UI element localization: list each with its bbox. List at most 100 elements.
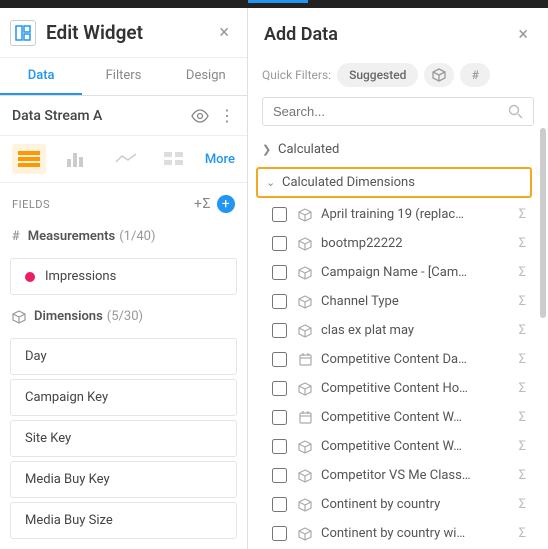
sigma-icon[interactable]: Σ (519, 294, 526, 309)
sigma-icon[interactable]: Σ (519, 439, 526, 454)
dimension-item[interactable]: Media Buy Key (10, 461, 237, 498)
search-input-wrap (262, 97, 534, 126)
tree-leaf: April training 19 (replac…Σ (248, 200, 540, 229)
calendar-icon (297, 353, 313, 366)
more-menu-icon[interactable]: ⋮ (219, 106, 235, 125)
field-checkbox[interactable] (272, 236, 287, 251)
calendar-icon (297, 411, 313, 424)
group-calculated[interactable]: ❯ Calculated (248, 134, 540, 165)
sigma-icon[interactable]: Σ (519, 381, 526, 396)
field-checkbox[interactable] (272, 526, 287, 541)
stream-name: Data Stream A (12, 108, 191, 124)
field-checkbox[interactable] (272, 352, 287, 367)
field-tree: ❯ Calculated ⌄ Calculated Dimensions Apr… (248, 134, 548, 549)
sigma-icon[interactable]: Σ (519, 207, 526, 222)
app-topbar (0, 0, 548, 8)
field-label: Competitive Content Ho… (321, 381, 513, 396)
group-calculated-dimensions[interactable]: ⌄ Calculated Dimensions (256, 167, 532, 198)
close-icon[interactable]: × (215, 18, 233, 47)
add-field-button[interactable]: + (217, 195, 235, 213)
close-add-data-icon[interactable]: × (514, 20, 532, 49)
panel-title: Edit Widget (46, 21, 215, 44)
tab-filters[interactable]: Filters (82, 58, 164, 95)
visibility-icon[interactable] (191, 109, 209, 123)
filter-suggested[interactable]: Suggested (337, 63, 418, 87)
field-label: Channel Type (321, 294, 513, 309)
chart-type-grid[interactable] (157, 144, 191, 174)
tree-leaf: Competitive Content W…Σ (248, 403, 540, 432)
tree-leaf: Campaign Name - [Cam… Σ (248, 258, 540, 287)
field-label: Competitive Content W… (321, 439, 513, 454)
sigma-icon[interactable]: Σ (519, 265, 526, 280)
tree-leaf: Competitor VS Me Class… Σ (248, 461, 540, 490)
chart-type-table[interactable] (12, 144, 46, 174)
chevron-down-icon: ⌄ (266, 176, 282, 189)
field-label: bootmp22222 (321, 236, 513, 251)
field-checkbox[interactable] (272, 207, 287, 222)
measurements-header[interactable]: # Measurements (1/40) (0, 219, 247, 254)
filter-hash-icon[interactable]: # (460, 63, 490, 87)
sigma-icon[interactable]: Σ (519, 236, 526, 251)
field-label: Competitor VS Me Class… (321, 468, 513, 483)
scrollbar[interactable] (540, 128, 546, 318)
cube-icon (297, 382, 313, 396)
field-label: Continent by country wi… (321, 526, 513, 541)
field-label: Campaign Key (25, 390, 108, 405)
cube-icon (297, 527, 313, 541)
dimension-item[interactable]: Campaign Key (10, 379, 237, 416)
field-checkbox[interactable] (272, 410, 287, 425)
search-input[interactable] (273, 104, 508, 119)
quick-filters-label: Quick Filters: (262, 68, 331, 82)
left-panel: Edit Widget × Data Filters Design Data S… (0, 8, 248, 549)
add-data-title: Add Data (264, 24, 514, 45)
tree-leaf: Continent by country wi… Σ (248, 519, 540, 548)
field-checkbox[interactable] (272, 439, 287, 454)
tree-leaf: Continent by country Σ (248, 490, 540, 519)
cube-icon (297, 208, 313, 222)
tree-leaf: Competitive Content Da… Σ (248, 345, 540, 374)
field-label: Competitive Content Da… (321, 352, 513, 367)
chart-type-line[interactable] (108, 144, 142, 174)
measurement-item[interactable]: Impressions (10, 258, 237, 295)
cube-icon (297, 266, 313, 280)
dimension-item[interactable]: Media Buy Size (10, 502, 237, 539)
sigma-icon[interactable]: Σ (519, 526, 526, 541)
sigma-icon[interactable]: Σ (519, 323, 526, 338)
cube-icon (297, 440, 313, 454)
tree-leaf: Competitive Content Ho… Σ (248, 374, 540, 403)
field-checkbox[interactable] (272, 323, 287, 338)
field-label: Campaign Name - [Cam… (321, 265, 513, 280)
sigma-icon[interactable]: Σ (519, 352, 526, 367)
indicator-dot (25, 272, 35, 282)
field-checkbox[interactable] (272, 468, 287, 483)
sigma-icon[interactable]: Σ (519, 468, 526, 483)
filter-cube-icon[interactable] (424, 63, 454, 87)
field-checkbox[interactable] (272, 265, 287, 280)
cube-icon (297, 469, 313, 483)
tabs: Data Filters Design (0, 58, 247, 96)
dimension-item[interactable]: Site Key (10, 420, 237, 457)
field-label: Site Key (25, 431, 71, 446)
tab-design[interactable]: Design (165, 58, 247, 95)
field-label: Day (25, 349, 47, 364)
tree-leaf: clas ex plat may Σ (248, 316, 540, 345)
field-checkbox[interactable] (272, 497, 287, 512)
cube-icon (297, 237, 313, 251)
field-label: Media Buy Size (25, 513, 113, 528)
dimensions-header[interactable]: Dimensions (5/30) (0, 299, 247, 334)
chart-type-bar[interactable] (60, 144, 94, 174)
sigma-icon[interactable]: Σ (519, 497, 526, 512)
dimension-item[interactable]: Day (10, 338, 237, 375)
more-chart-types[interactable]: More (205, 152, 235, 167)
sigma-icon[interactable]: Σ (519, 410, 526, 425)
chevron-right-icon: ❯ (262, 143, 278, 156)
widget-icon (10, 20, 36, 46)
field-checkbox[interactable] (272, 381, 287, 396)
field-label: clas ex plat may (321, 323, 513, 338)
fields-label: FIELDS (12, 198, 194, 211)
search-icon (508, 104, 523, 119)
field-label: Continent by country (321, 497, 513, 512)
tab-data[interactable]: Data (0, 58, 82, 95)
add-formula-icon[interactable]: +Σ (194, 196, 211, 212)
field-checkbox[interactable] (272, 294, 287, 309)
